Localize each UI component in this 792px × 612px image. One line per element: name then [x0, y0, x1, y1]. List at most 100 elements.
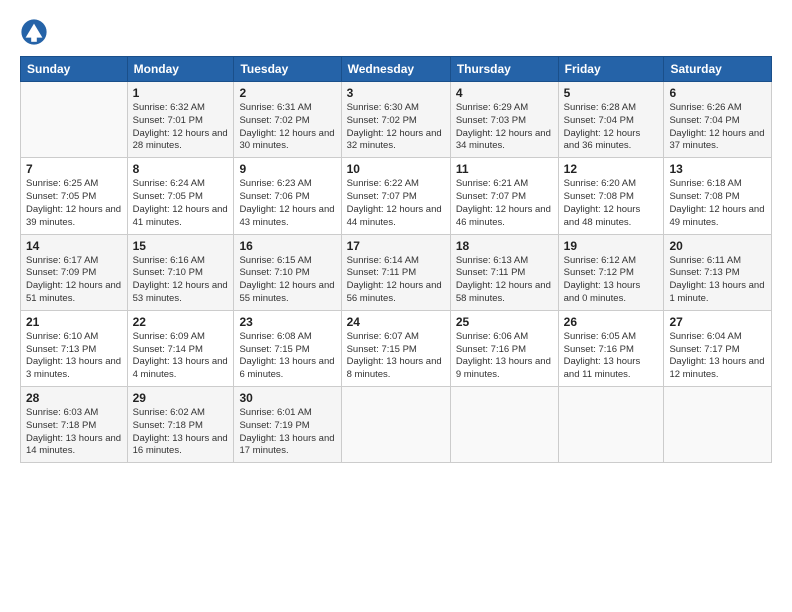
day-info: Sunrise: 6:25 AM Sunset: 7:05 PM Dayligh… [26, 178, 122, 229]
day-info: Sunrise: 6:16 AM Sunset: 7:10 PM Dayligh… [133, 255, 229, 306]
calendar-cell: 22 Sunrise: 6:09 AM Sunset: 7:14 PM Dayli… [127, 310, 234, 386]
col-monday: Monday [127, 57, 234, 82]
day-number: 9 [239, 162, 335, 176]
day-info: Sunrise: 6:07 AM Sunset: 7:15 PM Dayligh… [347, 331, 445, 382]
logo-icon [20, 18, 48, 46]
day-number: 21 [26, 315, 122, 329]
calendar-cell: 11Sunrise: 6:21 AM Sunset: 7:07 PM Dayli… [450, 158, 558, 234]
day-info: Sunrise: 6:03 AM Sunset: 7:18 PM Dayligh… [26, 407, 122, 458]
day-number: 4 [456, 86, 553, 100]
day-info: Sunrise: 6:04 AM Sunset: 7:17 PM Dayligh… [669, 331, 766, 382]
day-number: 27 [669, 315, 766, 329]
day-info: Sunrise: 6:13 AM Sunset: 7:11 PM Dayligh… [456, 255, 553, 306]
day-info: Sunrise: 6:29 AM Sunset: 7:03 PM Dayligh… [456, 102, 553, 153]
day-number: 30 [239, 391, 335, 405]
calendar-cell: 7 Sunrise: 6:25 AM Sunset: 7:05 PM Daylig… [21, 158, 128, 234]
calendar-cell: 14 Sunrise: 6:17 AM Sunset: 7:09 PM Dayli… [21, 234, 128, 310]
day-number: 3 [347, 86, 445, 100]
calendar-cell [21, 82, 128, 158]
calendar-table: Sunday Monday Tuesday Wednesday Thursday… [20, 56, 772, 463]
day-info: Sunrise: 6:05 AM Sunset: 7:16 PM Dayligh… [564, 331, 659, 382]
calendar-week-1: 7 Sunrise: 6:25 AM Sunset: 7:05 PM Daylig… [21, 158, 772, 234]
calendar-body: 1 Sunrise: 6:32 AM Sunset: 7:01 PM Daylig… [21, 82, 772, 463]
day-number: 19 [564, 239, 659, 253]
day-info: Sunrise: 6:01 AM Sunset: 7:19 PM Dayligh… [239, 407, 335, 458]
day-info: Sunrise: 6:18 AM Sunset: 7:08 PM Dayligh… [669, 178, 766, 229]
day-info: Sunrise: 6:08 AM Sunset: 7:15 PM Dayligh… [239, 331, 335, 382]
day-number: 28 [26, 391, 122, 405]
day-number: 2 [239, 86, 335, 100]
calendar-cell: 6Sunrise: 6:26 AM Sunset: 7:04 PM Daylig… [664, 82, 772, 158]
calendar-cell: 19 Sunrise: 6:12 AM Sunset: 7:12 PM Dayli… [558, 234, 664, 310]
day-number: 7 [26, 162, 122, 176]
calendar-cell: 23 Sunrise: 6:08 AM Sunset: 7:15 PM Dayli… [234, 310, 341, 386]
calendar-cell: 9Sunrise: 6:23 AM Sunset: 7:06 PM Daylig… [234, 158, 341, 234]
calendar-week-3: 21 Sunrise: 6:10 AM Sunset: 7:13 PM Dayli… [21, 310, 772, 386]
day-number: 25 [456, 315, 553, 329]
day-number: 14 [26, 239, 122, 253]
day-info: Sunrise: 6:22 AM Sunset: 7:07 PM Dayligh… [347, 178, 445, 229]
calendar-cell [558, 387, 664, 463]
day-info: Sunrise: 6:24 AM Sunset: 7:05 PM Dayligh… [133, 178, 229, 229]
day-info: Sunrise: 6:32 AM Sunset: 7:01 PM Dayligh… [133, 102, 229, 153]
day-number: 1 [133, 86, 229, 100]
day-info: Sunrise: 6:17 AM Sunset: 7:09 PM Dayligh… [26, 255, 122, 306]
calendar-week-4: 28 Sunrise: 6:03 AM Sunset: 7:18 PM Dayli… [21, 387, 772, 463]
day-number: 20 [669, 239, 766, 253]
day-info: Sunrise: 6:26 AM Sunset: 7:04 PM Dayligh… [669, 102, 766, 153]
calendar-cell: 29Sunrise: 6:02 AM Sunset: 7:18 PM Dayli… [127, 387, 234, 463]
calendar-cell: 13 Sunrise: 6:18 AM Sunset: 7:08 PM Dayli… [664, 158, 772, 234]
day-number: 8 [133, 162, 229, 176]
calendar-cell: 3 Sunrise: 6:30 AM Sunset: 7:02 PM Daylig… [341, 82, 450, 158]
calendar-cell: 20 Sunrise: 6:11 AM Sunset: 7:13 PM Dayli… [664, 234, 772, 310]
day-info: Sunrise: 6:20 AM Sunset: 7:08 PM Dayligh… [564, 178, 659, 229]
col-friday: Friday [558, 57, 664, 82]
col-thursday: Thursday [450, 57, 558, 82]
day-info: Sunrise: 6:12 AM Sunset: 7:12 PM Dayligh… [564, 255, 659, 306]
col-wednesday: Wednesday [341, 57, 450, 82]
day-info: Sunrise: 6:14 AM Sunset: 7:11 PM Dayligh… [347, 255, 445, 306]
calendar-cell: 18 Sunrise: 6:13 AM Sunset: 7:11 PM Dayli… [450, 234, 558, 310]
day-info: Sunrise: 6:30 AM Sunset: 7:02 PM Dayligh… [347, 102, 445, 153]
col-sunday: Sunday [21, 57, 128, 82]
day-number: 5 [564, 86, 659, 100]
day-number: 13 [669, 162, 766, 176]
calendar-cell: 21 Sunrise: 6:10 AM Sunset: 7:13 PM Dayli… [21, 310, 128, 386]
day-number: 12 [564, 162, 659, 176]
calendar-cell: 27 Sunrise: 6:04 AM Sunset: 7:17 PM Dayli… [664, 310, 772, 386]
day-info: Sunrise: 6:10 AM Sunset: 7:13 PM Dayligh… [26, 331, 122, 382]
day-info: Sunrise: 6:31 AM Sunset: 7:02 PM Dayligh… [239, 102, 335, 153]
calendar-cell: 26Sunrise: 6:05 AM Sunset: 7:16 PM Dayli… [558, 310, 664, 386]
day-number: 22 [133, 315, 229, 329]
day-number: 17 [347, 239, 445, 253]
day-number: 24 [347, 315, 445, 329]
calendar-cell: 16 Sunrise: 6:15 AM Sunset: 7:10 PM Dayli… [234, 234, 341, 310]
calendar-cell: 15 Sunrise: 6:16 AM Sunset: 7:10 PM Dayli… [127, 234, 234, 310]
calendar-cell: 1 Sunrise: 6:32 AM Sunset: 7:01 PM Daylig… [127, 82, 234, 158]
day-info: Sunrise: 6:09 AM Sunset: 7:14 PM Dayligh… [133, 331, 229, 382]
calendar-cell [341, 387, 450, 463]
day-info: Sunrise: 6:11 AM Sunset: 7:13 PM Dayligh… [669, 255, 766, 306]
day-number: 15 [133, 239, 229, 253]
day-number: 23 [239, 315, 335, 329]
calendar-cell: 5 Sunrise: 6:28 AM Sunset: 7:04 PM Daylig… [558, 82, 664, 158]
day-info: Sunrise: 6:15 AM Sunset: 7:10 PM Dayligh… [239, 255, 335, 306]
day-info: Sunrise: 6:06 AM Sunset: 7:16 PM Dayligh… [456, 331, 553, 382]
page: Sunday Monday Tuesday Wednesday Thursday… [0, 0, 792, 473]
calendar-cell: 8 Sunrise: 6:24 AM Sunset: 7:05 PM Daylig… [127, 158, 234, 234]
day-info: Sunrise: 6:02 AM Sunset: 7:18 PM Dayligh… [133, 407, 229, 458]
header-row: Sunday Monday Tuesday Wednesday Thursday… [21, 57, 772, 82]
col-saturday: Saturday [664, 57, 772, 82]
calendar-cell: 12 Sunrise: 6:20 AM Sunset: 7:08 PM Dayli… [558, 158, 664, 234]
header [20, 18, 772, 46]
calendar-header: Sunday Monday Tuesday Wednesday Thursday… [21, 57, 772, 82]
day-number: 18 [456, 239, 553, 253]
calendar-cell: 28 Sunrise: 6:03 AM Sunset: 7:18 PM Dayli… [21, 387, 128, 463]
calendar-cell: 17 Sunrise: 6:14 AM Sunset: 7:11 PM Dayli… [341, 234, 450, 310]
calendar-cell: 2 Sunrise: 6:31 AM Sunset: 7:02 PM Daylig… [234, 82, 341, 158]
calendar-cell: 24 Sunrise: 6:07 AM Sunset: 7:15 PM Dayli… [341, 310, 450, 386]
day-number: 16 [239, 239, 335, 253]
day-info: Sunrise: 6:28 AM Sunset: 7:04 PM Dayligh… [564, 102, 659, 153]
calendar-cell: 10Sunrise: 6:22 AM Sunset: 7:07 PM Dayli… [341, 158, 450, 234]
logo [20, 18, 52, 46]
